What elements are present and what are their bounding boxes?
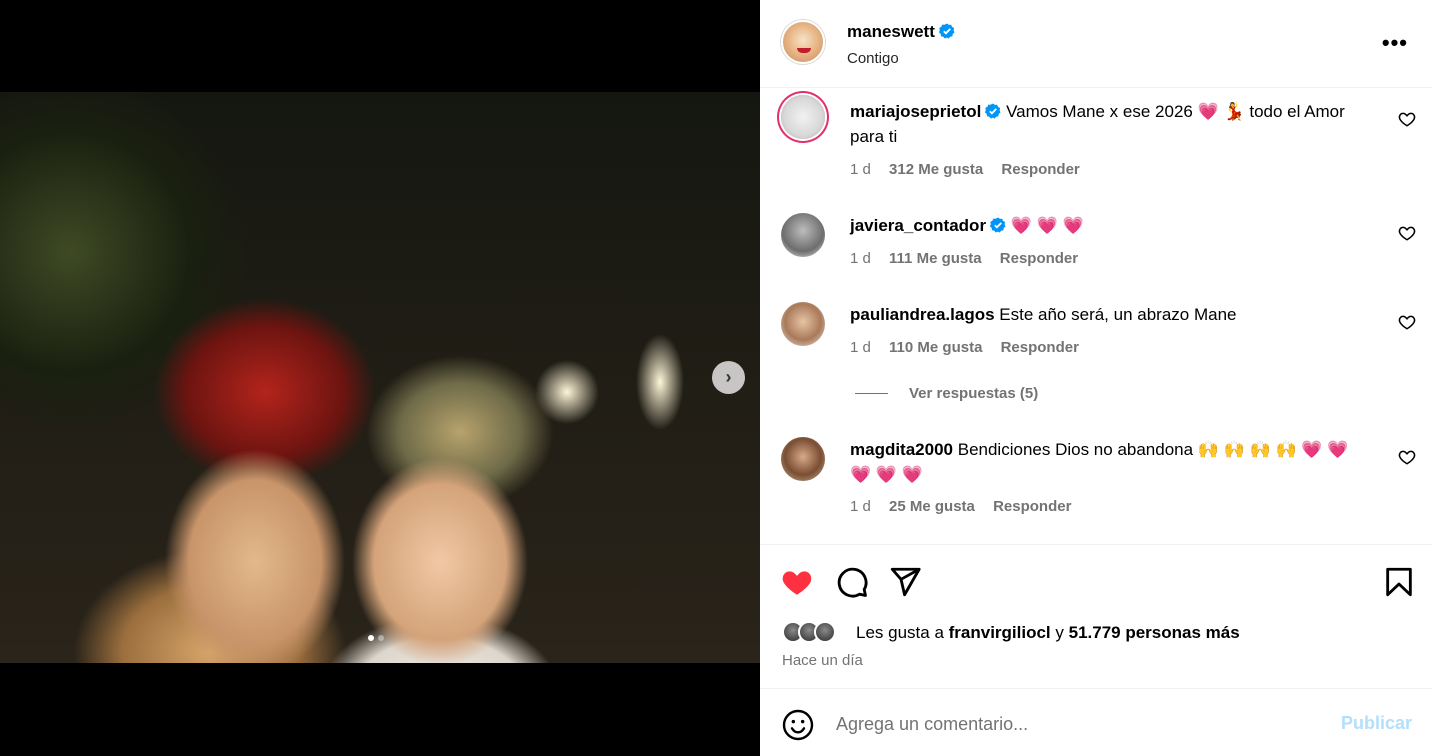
next-arrow-icon[interactable]: › — [712, 361, 745, 394]
author-username[interactable]: maneswett — [847, 22, 935, 41]
heart-icon[interactable] — [1398, 224, 1416, 242]
post-panel: maneswett Contigo ••• mariajoseprietol V… — [760, 0, 1432, 756]
publish-button[interactable]: Publicar — [1341, 713, 1412, 734]
heart-icon[interactable] — [1398, 110, 1416, 128]
author-username-row: maneswett — [847, 22, 955, 42]
post-media: › — [0, 0, 760, 756]
comment-text: 💗 💗 💗 — [1010, 216, 1084, 235]
view-replies-label: Ver respuestas (5) — [909, 385, 1039, 402]
reply-button[interactable]: Responder — [993, 498, 1071, 515]
comment-username[interactable]: javiera_contador — [850, 216, 986, 235]
comment-username[interactable]: pauliandrea.lagos — [850, 305, 995, 324]
liker-avatar — [814, 621, 836, 643]
post-actions: Les gusta a franvirgiliocl y 51.779 pers… — [760, 544, 1432, 688]
comment-meta: 1 d 312 Me gusta Responder — [850, 161, 1094, 178]
heart-icon[interactable] — [1398, 313, 1416, 331]
comment-input[interactable] — [836, 711, 1316, 737]
more-options-icon[interactable]: ••• — [1382, 30, 1408, 56]
post-header: maneswett Contigo ••• — [760, 0, 1432, 88]
likes-count[interactable]: 51.779 personas más — [1069, 623, 1240, 642]
reply-button[interactable]: Responder — [1001, 339, 1079, 356]
verified-badge-icon — [985, 103, 1001, 119]
save-icon[interactable] — [1382, 565, 1416, 599]
reply-button[interactable]: Responder — [1000, 250, 1078, 267]
liker-username[interactable]: franvirgiliocl — [949, 623, 1051, 642]
replies-divider — [855, 393, 888, 394]
comments-list: mariajoseprietol Vamos Mane x ese 2026 💗… — [760, 89, 1432, 544]
post-photo[interactable] — [0, 92, 760, 663]
comment-likes[interactable]: 111 Me gusta — [889, 250, 982, 267]
likes-middle: y — [1050, 623, 1069, 642]
carousel-dot — [378, 635, 384, 641]
heart-icon[interactable] — [1398, 448, 1416, 466]
comment-time[interactable]: 1 d — [850, 250, 871, 267]
commenter-avatar[interactable] — [781, 302, 825, 346]
commenter-avatar[interactable] — [781, 213, 825, 257]
comment-time[interactable]: 1 d — [850, 339, 871, 356]
post-subtitle[interactable]: Contigo — [847, 50, 899, 67]
heart-icon[interactable] — [780, 565, 814, 599]
comment-body: magdita2000 Bendiciones Dios no abandona… — [850, 437, 1370, 487]
comment-time[interactable]: 1 d — [850, 498, 871, 515]
comment-time[interactable]: 1 d — [850, 161, 871, 178]
comment-likes[interactable]: 312 Me gusta — [889, 161, 983, 178]
comment-username[interactable]: magdita2000 — [850, 440, 953, 459]
comment-icon[interactable] — [835, 565, 869, 599]
comment-body: pauliandrea.lagos Este año será, un abra… — [850, 302, 1370, 327]
reply-button[interactable]: Responder — [1001, 161, 1079, 178]
comment-body: mariajoseprietol Vamos Mane x ese 2026 💗… — [850, 99, 1370, 149]
comment-likes[interactable]: 25 Me gusta — [889, 498, 975, 515]
carousel-dots — [368, 635, 384, 641]
comment-meta: 1 d 110 Me gusta Responder — [850, 339, 1093, 356]
post-timestamp[interactable]: Hace un día — [782, 652, 863, 669]
commenter-avatar[interactable] — [781, 95, 825, 139]
add-comment-bar: Publicar — [760, 688, 1432, 756]
share-icon[interactable] — [888, 565, 922, 599]
likes-summary: Les gusta a franvirgiliocl y 51.779 pers… — [856, 623, 1240, 643]
commenter-avatar[interactable] — [781, 437, 825, 481]
author-avatar[interactable] — [781, 20, 825, 64]
emoji-icon[interactable] — [782, 709, 814, 741]
carousel-dot-active — [368, 635, 374, 641]
comment-meta: 1 d 25 Me gusta Responder — [850, 498, 1085, 515]
verified-badge-icon — [990, 217, 1006, 233]
comment-meta: 1 d 111 Me gusta Responder — [850, 250, 1092, 267]
comment-body: javiera_contador 💗 💗 💗 — [850, 213, 1370, 238]
likes-prefix: Les gusta a — [856, 623, 949, 642]
comment-username[interactable]: mariajoseprietol — [850, 102, 981, 121]
verified-badge-icon — [938, 23, 955, 39]
comment-likes[interactable]: 110 Me gusta — [889, 339, 982, 356]
comment-text: Este año será, un abrazo Mane — [999, 305, 1237, 324]
likers-avatars[interactable] — [782, 621, 836, 643]
view-replies-button[interactable]: Ver respuestas (5) — [855, 385, 1038, 402]
